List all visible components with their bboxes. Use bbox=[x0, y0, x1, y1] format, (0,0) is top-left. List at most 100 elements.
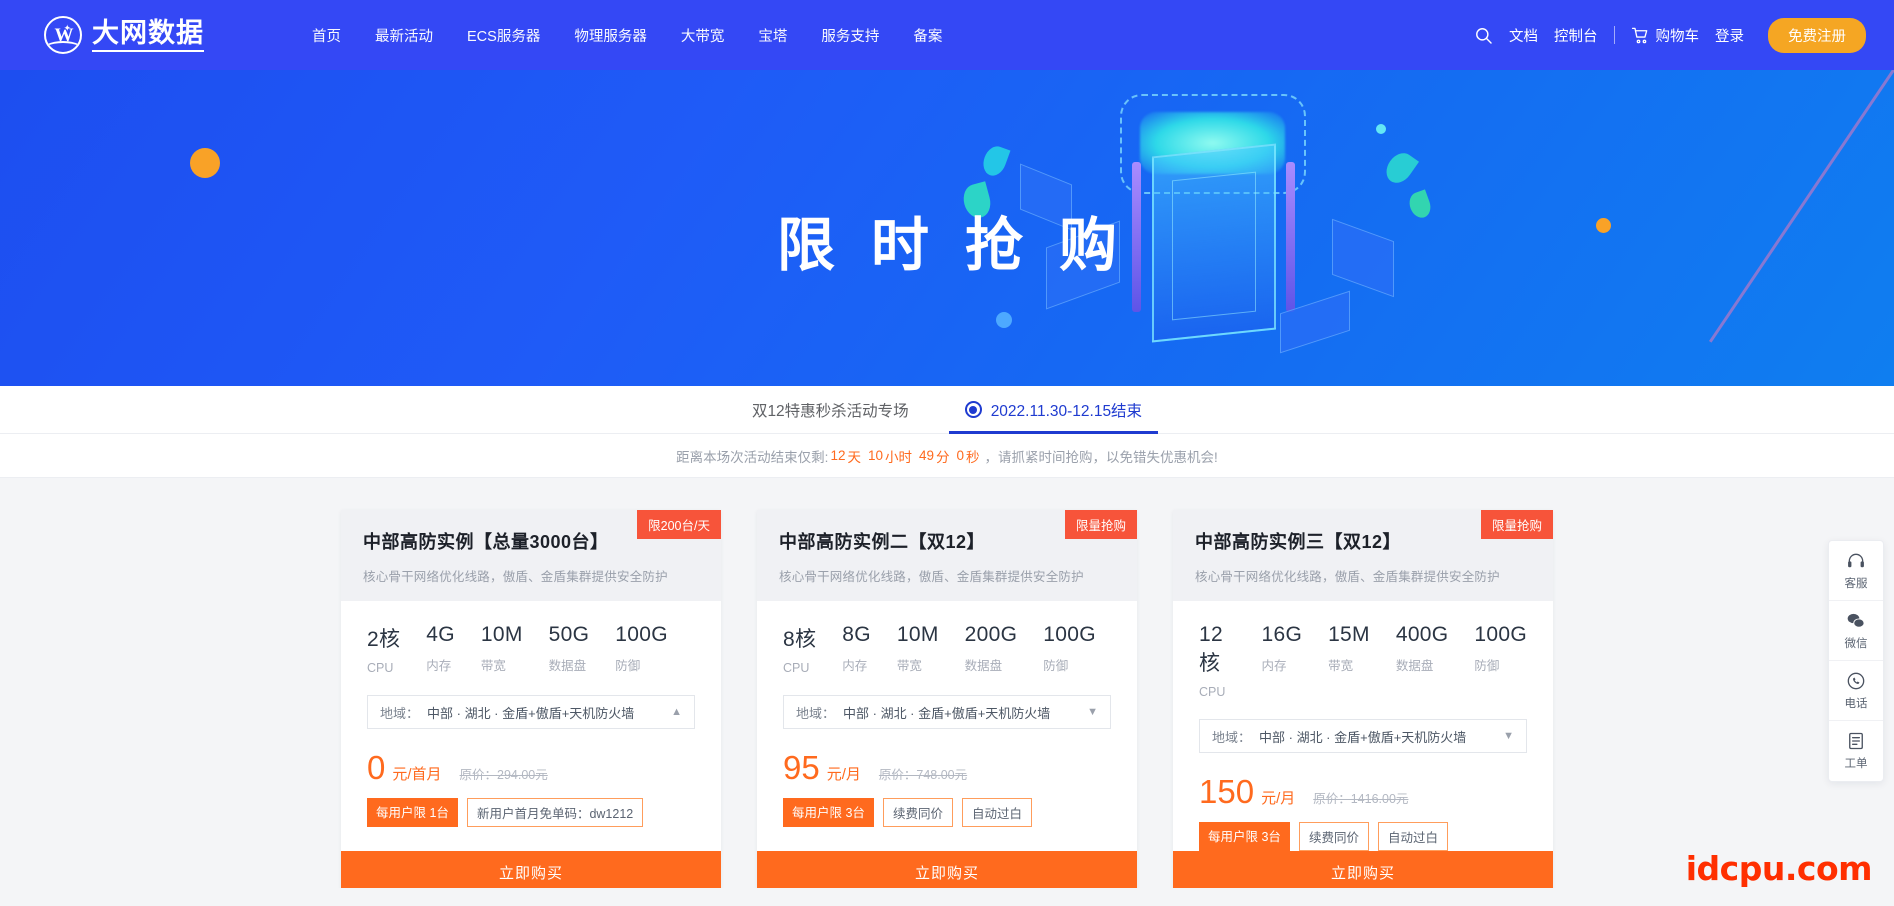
card-subtitle: 核心骨干网络优化线路，傲盾、金盾集群提供安全防护 bbox=[779, 570, 1084, 584]
nav-item-home[interactable]: 首页 bbox=[312, 25, 341, 46]
chevron-up-icon: ▲ bbox=[671, 706, 682, 718]
nav-item-latest-activity[interactable]: 最新活动 bbox=[375, 25, 433, 46]
region-value: 中部 · 湖北 · 金盾+傲盾+天机防火墙 bbox=[843, 705, 1051, 721]
spec-label: 内存 bbox=[426, 659, 452, 673]
floating-support-bar: 客服 微信 电话 工单 bbox=[1828, 540, 1884, 782]
tag-auto-whitelist: 自动过白 bbox=[961, 798, 1032, 827]
bottom-strip bbox=[0, 888, 1894, 906]
nav-item-ecs-server[interactable]: ECS服务器 bbox=[467, 25, 540, 46]
nav-item-physical-server[interactable]: 物理服务器 bbox=[574, 25, 647, 46]
spec-item-memory: 16G 内存 bbox=[1261, 623, 1302, 699]
original-price: 原价：748.00元 bbox=[878, 768, 968, 782]
buy-button[interactable]: 立即购买 bbox=[1173, 851, 1553, 893]
spec-item-disk: 50G 数据盘 bbox=[549, 623, 590, 675]
spec-value: 8核 bbox=[783, 628, 817, 651]
docs-link[interactable]: 文档 bbox=[1509, 25, 1538, 46]
support-item-phone[interactable]: 电话 bbox=[1829, 661, 1883, 721]
site-logo[interactable]: ✦ W 大网数据 bbox=[44, 16, 204, 54]
spec-item-bandwidth: 10M 带宽 bbox=[481, 623, 523, 675]
decor-orange-dot-left bbox=[190, 148, 220, 178]
support-item-label: 客服 bbox=[1844, 577, 1868, 590]
support-item-wechat[interactable]: 微信 bbox=[1829, 601, 1883, 661]
tag-renewal-price: 续费同价 bbox=[882, 798, 953, 827]
nav-item-icp-filing[interactable]: 备案 bbox=[913, 25, 942, 46]
product-card: 中部高防实例【总量3000台】 核心骨干网络优化线路，傲盾、金盾集群提供安全防护… bbox=[341, 510, 721, 893]
spec-label: 内存 bbox=[842, 659, 868, 673]
tab-activity-session-label: 双12特惠秒杀活动专场 bbox=[751, 402, 909, 420]
wechat-icon bbox=[1846, 611, 1866, 631]
countdown-days-unit: 天 bbox=[847, 449, 861, 465]
tab-activity-date-label: 2022.11.30-12.15结束 bbox=[990, 402, 1143, 420]
region-select[interactable]: 地域： 中部 · 湖北 · 金盾+傲盾+天机防火墙 ▼ bbox=[783, 695, 1111, 729]
spec-label: 带宽 bbox=[896, 659, 922, 673]
spec-value: 200G bbox=[964, 623, 1018, 646]
nav-item-support[interactable]: 服务支持 bbox=[821, 25, 879, 46]
headset-icon bbox=[1846, 551, 1866, 571]
spec-value: 100G bbox=[1043, 623, 1096, 646]
spec-value: 4G bbox=[426, 623, 455, 646]
price-unit: 元/首月 bbox=[392, 766, 442, 783]
main-nav: 首页 最新活动 ECS服务器 物理服务器 大带宽 宝塔 服务支持 备案 bbox=[312, 25, 942, 46]
price-amount: 150 bbox=[1199, 773, 1255, 810]
decor-leaf-1 bbox=[979, 143, 1011, 179]
spec-item-memory: 8G 内存 bbox=[842, 623, 871, 675]
price-row: 150 元/月 原价：1416.00元 bbox=[1199, 775, 1527, 808]
buy-button[interactable]: 立即购买 bbox=[757, 851, 1137, 893]
region-value: 中部 · 湖北 · 金盾+傲盾+天机防火墙 bbox=[1259, 729, 1467, 745]
buy-button[interactable]: 立即购买 bbox=[341, 851, 721, 893]
nav-item-baota[interactable]: 宝塔 bbox=[758, 25, 787, 46]
search-icon[interactable] bbox=[1474, 26, 1493, 45]
card-subtitle: 核心骨干网络优化线路，傲盾、金盾集群提供安全防护 bbox=[363, 570, 668, 584]
card-body: 8核 CPU 8G 内存 10M 带宽 200G 数据盘 100G 防御 地域：… bbox=[757, 601, 1137, 827]
countdown-minutes: 49 bbox=[919, 448, 935, 463]
original-price: 原价：1416.00元 bbox=[1313, 792, 1409, 806]
support-item-customer-service[interactable]: 客服 bbox=[1829, 541, 1883, 601]
spec-label: 数据盘 bbox=[964, 659, 1003, 673]
card-body: 12核 CPU 16G 内存 15M 带宽 400G 数据盘 100G 防御 地… bbox=[1173, 601, 1553, 851]
region-select[interactable]: 地域： 中部 · 湖北 · 金盾+傲盾+天机防火墙 ▲ bbox=[367, 695, 695, 729]
phone-icon bbox=[1846, 671, 1866, 691]
tag-list: 每用户限 1台 新用户首月免单码：dw1212 bbox=[367, 798, 695, 827]
tag-limit: 每用户限 3台 bbox=[1199, 822, 1290, 851]
chevron-down-icon: ▼ bbox=[1087, 706, 1098, 718]
globe-w-icon: ✦ W bbox=[44, 16, 82, 54]
card-subtitle: 核心骨干网络优化线路，傲盾、金盾集群提供安全防护 bbox=[1195, 570, 1500, 584]
tag-list: 每用户限 3台 续费同价 自动过白 bbox=[783, 798, 1111, 827]
original-price: 原价：294.00元 bbox=[459, 768, 548, 782]
register-button[interactable]: 免费注册 bbox=[1768, 17, 1866, 53]
spec-value: 100G bbox=[615, 623, 668, 646]
spec-label: 防御 bbox=[615, 659, 641, 673]
nav-item-bandwidth[interactable]: 大带宽 bbox=[681, 25, 725, 46]
support-item-label: 微信 bbox=[1844, 637, 1868, 650]
countdown-seconds-unit: 秒 bbox=[966, 449, 980, 465]
support-item-ticket[interactable]: 工单 bbox=[1829, 721, 1883, 781]
tab-activity-date[interactable]: 2022.11.30-12.15结束 bbox=[937, 386, 1170, 434]
spec-item-cpu: 8核 CPU bbox=[783, 623, 816, 675]
spec-list: 2核 CPU 4G 内存 10M 带宽 50G 数据盘 100G 防御 bbox=[367, 623, 695, 675]
console-link[interactable]: 控制台 bbox=[1554, 25, 1598, 46]
support-item-label: 电话 bbox=[1844, 697, 1868, 710]
cart-link[interactable]: 购物车 bbox=[1631, 25, 1699, 46]
spec-label: 数据盘 bbox=[1395, 659, 1434, 673]
region-select[interactable]: 地域： 中部 · 湖北 · 金盾+傲盾+天机防火墙 ▼ bbox=[1199, 719, 1527, 753]
tab-activity-session[interactable]: 双12特惠秒杀活动专场 bbox=[724, 386, 937, 434]
spec-label: CPU bbox=[783, 661, 810, 675]
tag-limit: 每用户限 1台 bbox=[367, 798, 458, 827]
tag-list: 每用户限 3台 续费同价 自动过白 bbox=[1199, 822, 1527, 851]
spec-label: 带宽 bbox=[480, 659, 506, 673]
spec-value: 400G bbox=[1395, 623, 1449, 646]
spec-label: 数据盘 bbox=[548, 659, 587, 673]
spec-value: 12核 bbox=[1199, 623, 1223, 675]
tag-coupon-code: 新用户首月免单码：dw1212 bbox=[466, 798, 644, 827]
spec-value: 16G bbox=[1261, 623, 1303, 646]
price-unit: 元/月 bbox=[1261, 790, 1296, 807]
decor-dot-1 bbox=[996, 312, 1012, 328]
spec-label: 防御 bbox=[1474, 659, 1500, 673]
spec-label: 防御 bbox=[1043, 659, 1069, 673]
card-body: 2核 CPU 4G 内存 10M 带宽 50G 数据盘 100G 防御 地域： … bbox=[341, 601, 721, 827]
countdown-bar: 距离本场次活动结束仅剩: 12 天 10 小时 49 分 0 秒 ，请抓紧时间抢… bbox=[0, 434, 1894, 478]
spec-list: 12核 CPU 16G 内存 15M 带宽 400G 数据盘 100G 防御 bbox=[1199, 623, 1527, 699]
spec-list: 8核 CPU 8G 内存 10M 带宽 200G 数据盘 100G 防御 bbox=[783, 623, 1111, 675]
product-card: 中部高防实例二【双12】 核心骨干网络优化线路，傲盾、金盾集群提供安全防护 限量… bbox=[757, 510, 1137, 893]
login-link[interactable]: 登录 bbox=[1715, 25, 1744, 46]
